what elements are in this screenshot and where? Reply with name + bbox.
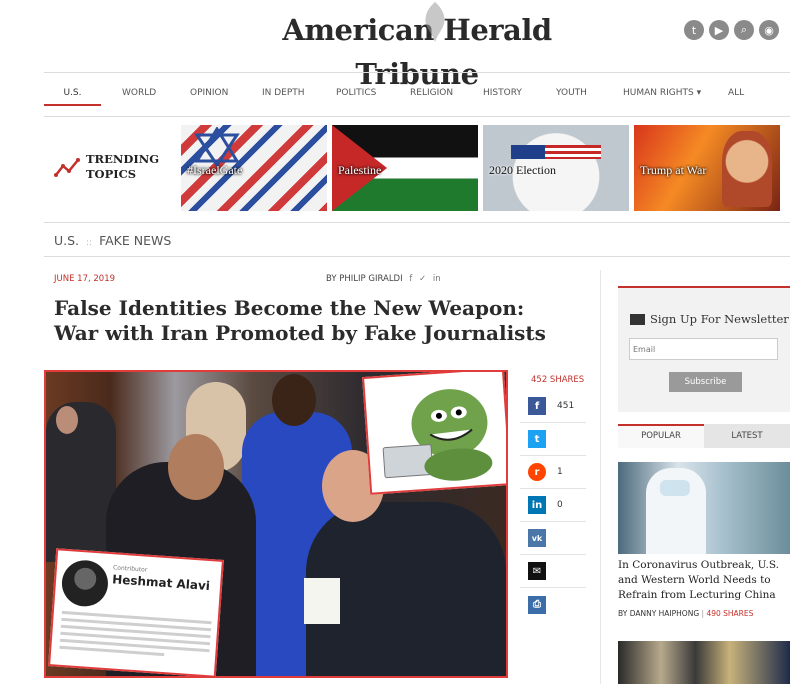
bio-text-lines: [59, 610, 212, 663]
nav-item-all[interactable]: ALL: [728, 82, 744, 106]
breadcrumb-category[interactable]: FAKE NEWS: [99, 233, 171, 248]
newsletter-box: Sign Up For Newsletter Subscribe: [618, 286, 790, 412]
article-byline: BY PHILIP GIRALDI f ✓ in: [326, 274, 441, 284]
share-row-linkedin: in 0: [520, 489, 586, 522]
newsletter-heading: Sign Up For Newsletter: [630, 312, 789, 326]
avatar: [60, 558, 110, 608]
subscribe-button[interactable]: Subscribe: [669, 372, 742, 392]
site-logo[interactable]: American Herald Tribune: [262, 8, 572, 91]
trending-tiles: #IsraelGate Palestine 2020 Election Trum…: [181, 125, 780, 211]
newsletter-title: Sign Up For Newsletter: [650, 312, 789, 326]
share-count: 1: [557, 467, 563, 477]
email-icon[interactable]: ✉: [528, 562, 546, 580]
trending-tile-label: #IsraelGate: [187, 163, 243, 177]
story-shares: 490 SHARES: [706, 609, 754, 618]
story-author[interactable]: BY DANNY HAIPHONG: [618, 609, 699, 618]
youtube-icon[interactable]: ▶: [709, 20, 729, 40]
share-buttons: f 451 t r 1 in 0 vk ✉ ⎙: [520, 390, 586, 621]
author-link[interactable]: BY PHILIP GIRALDI: [326, 274, 403, 284]
contributor-name: Heshmat Alavi: [111, 572, 211, 594]
search-icon[interactable]: ⌕: [734, 20, 754, 40]
trending-tile-2020-election[interactable]: 2020 Election: [483, 125, 629, 211]
trending-label-line1: TRENDING: [86, 152, 160, 166]
nav-item-us[interactable]: U.S.: [44, 82, 101, 106]
print-icon[interactable]: ⎙: [528, 595, 546, 614]
star-of-david-icon: [194, 127, 240, 167]
nav-item-youth[interactable]: YOUTH: [556, 82, 587, 106]
rss-icon[interactable]: ◉: [759, 20, 779, 40]
author-linkedin-icon[interactable]: in: [429, 274, 441, 284]
profile-card-inset: Contributor Heshmat Alavi: [48, 548, 224, 676]
nav-top-divider: [44, 72, 790, 73]
facebook-icon[interactable]: f: [528, 397, 546, 415]
nav-item-religion[interactable]: RELIGION: [410, 82, 453, 106]
troll-cartoon-inset: [362, 372, 506, 495]
share-row-email: ✉: [520, 555, 586, 588]
main-nav: U.S. WORLD OPINION IN DEPTH POLITICS REL…: [44, 82, 774, 106]
trending-label-line2: TOPICS: [86, 167, 137, 181]
article-title: False Identities Become the New Weapon: …: [54, 296, 546, 345]
trending-icon: [54, 158, 80, 177]
person-head: [168, 434, 224, 500]
trending-divider: [44, 222, 790, 223]
masthead: American Herald Tribune t ▶ ⌕ ◉: [0, 0, 800, 91]
visor-graphic: [660, 480, 690, 496]
nav-item-world[interactable]: WORLD: [122, 82, 156, 106]
social-links: t ▶ ⌕ ◉: [684, 20, 779, 40]
author-twitter-icon[interactable]: ✓: [415, 274, 426, 284]
nav-bottom-divider: [44, 116, 790, 117]
article-hero-image: Contributor Heshmat Alavi: [44, 370, 508, 678]
share-row-print: ⎙: [520, 588, 586, 621]
trending-tile-trump-at-war[interactable]: Trump at War: [634, 125, 780, 211]
trending-tile-label: 2020 Election: [489, 163, 556, 177]
person-head: [56, 406, 78, 434]
email-field[interactable]: [629, 338, 778, 360]
trending-tile-label: Trump at War: [640, 163, 707, 177]
reddit-icon[interactable]: r: [528, 463, 546, 481]
flag-canton: [511, 145, 545, 159]
nav-item-human-rights[interactable]: HUMAN RIGHTS ▾: [623, 82, 701, 106]
trending-tile-israelgate[interactable]: #IsraelGate: [181, 125, 327, 211]
story-meta: BY DANNY HAIPHONG | 490 SHARES: [618, 609, 754, 618]
linkedin-icon[interactable]: in: [528, 496, 546, 514]
story-title[interactable]: In Coronavirus Outbreak, U.S. and Wester…: [618, 558, 794, 603]
share-row-twitter: t: [520, 423, 586, 456]
troll-icon: [382, 389, 493, 481]
story-thumbnail-2[interactable]: [618, 641, 790, 684]
tab-latest[interactable]: LATEST: [704, 424, 790, 448]
envelope-icon: [630, 313, 645, 325]
tab-popular[interactable]: POPULAR: [618, 424, 704, 448]
sidebar-tabs: POPULAR LATEST: [618, 424, 790, 448]
breadcrumb-divider: [44, 256, 790, 257]
nav-item-in-depth[interactable]: IN DEPTH: [262, 82, 305, 106]
breadcrumb-section[interactable]: U.S.: [54, 233, 79, 248]
breadcrumb-separator: ::: [86, 238, 93, 248]
share-row-facebook: f 451: [520, 390, 586, 423]
trending-tile-palestine[interactable]: Palestine: [332, 125, 478, 211]
share-row-reddit: r 1: [520, 456, 586, 489]
author-facebook-icon[interactable]: f: [405, 274, 412, 284]
twitter-icon[interactable]: t: [684, 20, 704, 40]
trending-topics-label: TRENDING TOPICS: [54, 152, 159, 182]
breadcrumb: U.S. :: FAKE NEWS: [54, 233, 171, 248]
person-head: [272, 374, 316, 426]
site-logo-text: American Herald Tribune: [282, 13, 552, 91]
story-thumbnail[interactable]: [618, 462, 790, 554]
nav-item-opinion[interactable]: OPINION: [190, 82, 228, 106]
vk-icon[interactable]: vk: [528, 529, 546, 547]
trending-tile-label: Palestine: [338, 163, 382, 177]
nav-item-politics[interactable]: POLITICS: [336, 82, 376, 106]
twitter-icon[interactable]: t: [528, 430, 546, 448]
share-count: 0: [557, 500, 563, 510]
paper-card: [304, 578, 340, 624]
nav-item-history[interactable]: HISTORY: [483, 82, 522, 106]
share-count: 451: [557, 401, 575, 411]
share-total: 452 SHARES: [531, 375, 585, 385]
portrait-graphic: [722, 131, 772, 207]
article-date: JUNE 17, 2019: [54, 274, 116, 284]
eagle-icon: [425, 2, 445, 42]
share-row-vk: vk: [520, 522, 586, 555]
